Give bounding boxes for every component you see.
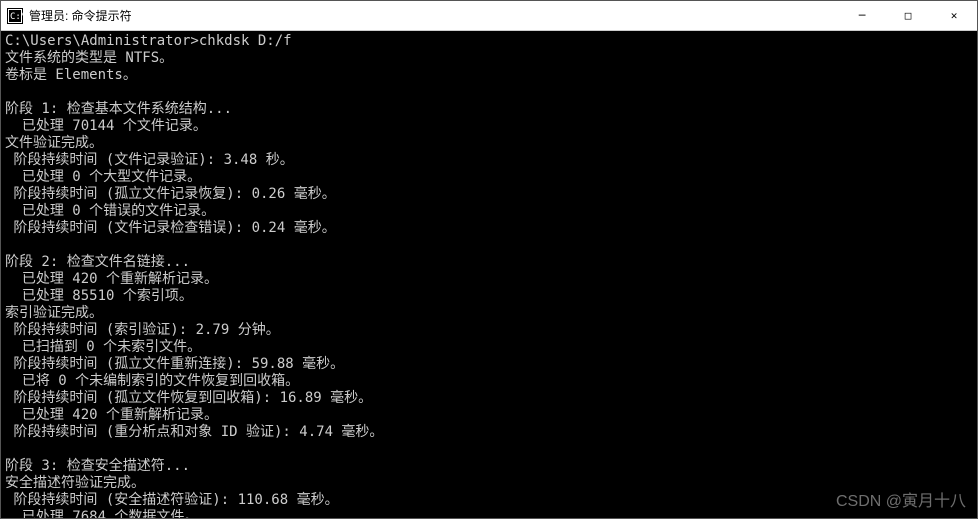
terminal-line: 已处理 420 个重新解析记录。: [5, 407, 973, 424]
terminal-line: 阶段持续时间 (孤立文件恢复到回收箱): 16.89 毫秒。: [5, 390, 973, 407]
terminal-line: 已处理 7684 个数据文件。: [5, 509, 973, 518]
terminal-line: 已处理 70144 个文件记录。: [5, 118, 973, 135]
terminal-line: 卷标是 Elements。: [5, 67, 973, 84]
terminal-line: 已将 0 个未编制索引的文件恢复到回收箱。: [5, 373, 973, 390]
terminal-line: 已处理 0 个大型文件记录。: [5, 169, 973, 186]
terminal-line: 阶段 1: 检查基本文件系统结构...: [5, 101, 973, 118]
terminal-line: 阶段持续时间 (孤立文件记录恢复): 0.26 毫秒。: [5, 186, 973, 203]
maximize-button[interactable]: □: [885, 1, 931, 30]
terminal-line: 索引验证完成。: [5, 305, 973, 322]
terminal-line: 已处理 420 个重新解析记录。: [5, 271, 973, 288]
minimize-button[interactable]: ─: [839, 1, 885, 30]
terminal-line: [5, 237, 973, 254]
terminal-line: 已处理 85510 个索引项。: [5, 288, 973, 305]
terminal-line: 阶段持续时间 (孤立文件重新连接): 59.88 毫秒。: [5, 356, 973, 373]
cmd-icon: C:\: [7, 8, 23, 24]
svg-text:C:\: C:\: [10, 12, 23, 22]
terminal-line: 阶段持续时间 (安全描述符验证): 110.68 毫秒。: [5, 492, 973, 509]
window-controls: ─ □ ✕: [839, 1, 977, 30]
terminal-line: C:\Users\Administrator>chkdsk D:/f: [5, 33, 973, 50]
terminal-line: [5, 84, 973, 101]
terminal-line: 文件验证完成。: [5, 135, 973, 152]
titlebar-title: 管理员: 命令提示符: [29, 7, 839, 24]
terminal-line: 阶段持续时间 (文件记录检查错误): 0.24 毫秒。: [5, 220, 973, 237]
titlebar[interactable]: C:\ 管理员: 命令提示符 ─ □ ✕: [1, 1, 977, 31]
terminal-line: 已处理 0 个错误的文件记录。: [5, 203, 973, 220]
terminal-line: 阶段 3: 检查安全描述符...: [5, 458, 973, 475]
terminal-output[interactable]: C:\Users\Administrator>chkdsk D:/f文件系统的类…: [1, 31, 977, 518]
terminal-line: [5, 441, 973, 458]
terminal-line: 阶段 2: 检查文件名链接...: [5, 254, 973, 271]
close-button[interactable]: ✕: [931, 1, 977, 30]
terminal-line: 阶段持续时间 (文件记录验证): 3.48 秒。: [5, 152, 973, 169]
command-prompt-window: C:\ 管理员: 命令提示符 ─ □ ✕ C:\Users\Administra…: [0, 0, 978, 519]
terminal-line: 阶段持续时间 (索引验证): 2.79 分钟。: [5, 322, 973, 339]
terminal-line: 已扫描到 0 个未索引文件。: [5, 339, 973, 356]
terminal-line: 阶段持续时间 (重分析点和对象 ID 验证): 4.74 毫秒。: [5, 424, 973, 441]
terminal-line: 安全描述符验证完成。: [5, 475, 973, 492]
terminal-line: 文件系统的类型是 NTFS。: [5, 50, 973, 67]
